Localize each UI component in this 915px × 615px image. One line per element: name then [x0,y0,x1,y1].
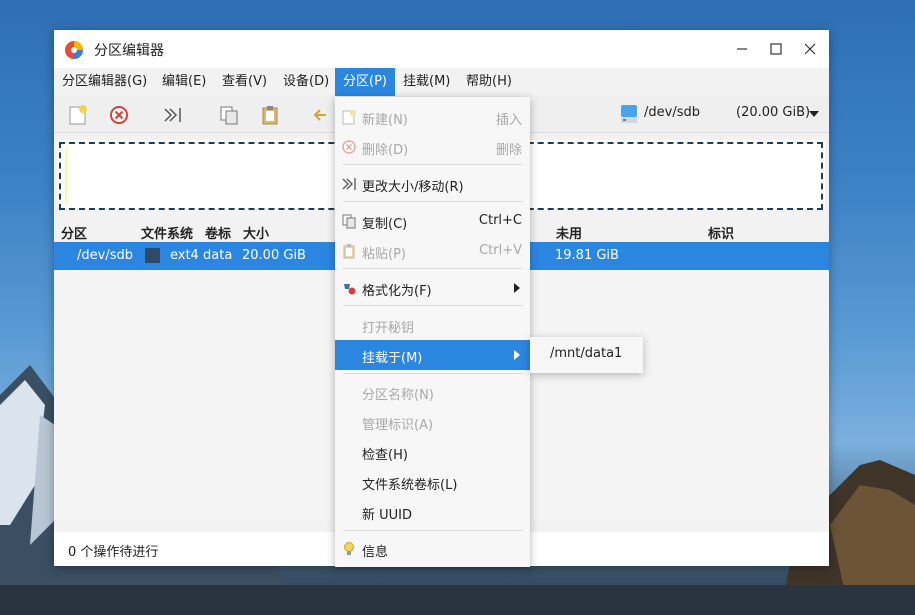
menu-item-delete[interactable]: 删除(D) 删除 [335,132,530,162]
col-flags[interactable]: 标识 [708,223,734,242]
copy-icon[interactable] [218,104,240,126]
cell-size: 20.00 GiB [242,248,306,263]
menu-separator [343,305,523,306]
menu-separator [343,268,523,269]
resize-move-icon[interactable] [162,104,184,126]
format-icon [344,284,356,295]
gparted-app-icon [65,41,83,59]
menu-item-information[interactable]: 信息 [335,534,530,564]
cell-label: data [203,248,233,263]
col-filesystem[interactable]: 文件系统 [141,223,193,242]
fs-color-swatch [145,248,160,263]
col-size[interactable]: 大小 [243,223,269,242]
menu-separator [343,530,523,531]
chevron-right-icon [514,350,520,360]
menu-mount[interactable]: 挂载(M) [395,68,458,96]
menu-edit[interactable]: 编辑(E) [154,68,214,96]
info-icon [344,542,354,555]
menu-gparted[interactable]: 分区编辑器(G) [54,68,155,96]
new-partition-icon[interactable] [67,104,89,126]
device-name[interactable]: /dev/sdb [644,105,700,120]
pending-operations: 0 个操作待进行 [68,545,159,560]
mount-point-item[interactable]: /mnt/data1 [550,346,622,361]
close-icon[interactable] [798,38,822,60]
menu-item-fs-label[interactable]: 文件系统卷标(L) [335,467,530,497]
menu-help[interactable]: 帮助(H) [458,68,520,96]
menu-item-manage-flags[interactable]: 管理标识(A) [335,407,530,437]
menu-item-open-key[interactable]: 打开秘钥 [335,310,530,340]
menu-item-paste[interactable]: 粘贴(P) Ctrl+V [335,236,530,266]
cell-partition: /dev/sdb [77,248,133,263]
cell-unused: 19.81 GiB [555,248,619,263]
undo-icon[interactable] [312,104,334,126]
title-bar: 分区编辑器 [54,30,829,68]
device-size[interactable]: (20.00 GiB) [736,105,810,120]
menu-separator [343,164,523,165]
chevron-right-icon [514,283,520,293]
partition-menu: 新建(N) 插入 删除(D) 删除 更改大小/移动(R) 复制(C) Ctrl+… [335,97,530,567]
resize-icon [342,178,356,190]
paste-icon [343,244,355,259]
maximize-icon[interactable] [764,38,788,60]
menu-bar: 分区编辑器(G) 编辑(E) 查看(V) 设备(D) 分区(P) 挂载(M) 帮… [54,68,829,96]
menu-item-resize-move[interactable]: 更改大小/移动(R) [335,169,530,199]
menu-device[interactable]: 设备(D) [275,68,337,96]
cell-filesystem: ext4 [170,248,199,263]
chevron-down-icon[interactable] [809,111,819,117]
disk-drive-icon [621,105,637,123]
window-title: 分区编辑器 [94,43,164,59]
menu-item-copy[interactable]: 复制(C) Ctrl+C [335,206,530,236]
menu-item-new-uuid[interactable]: 新 UUID [335,497,530,527]
used-space-bar [65,148,67,204]
menu-separator [343,201,523,202]
menu-item-check[interactable]: 检查(H) [335,437,530,467]
menu-view[interactable]: 查看(V) [214,68,275,96]
menu-item-new[interactable]: 新建(N) 插入 [335,102,530,132]
menu-item-partition-name[interactable]: 分区名称(N) [335,377,530,407]
new-icon [342,110,356,125]
minimize-icon[interactable] [730,38,754,60]
col-partition[interactable]: 分区 [61,223,87,242]
menu-partition[interactable]: 分区(P) [335,68,395,96]
col-label[interactable]: 卷标 [205,223,231,242]
menu-item-mount-on[interactable]: 挂载于(M) [335,340,530,370]
menu-item-format-as[interactable]: 格式化为(F) [335,273,530,303]
paste-icon[interactable] [259,104,281,126]
col-unused[interactable]: 未用 [556,223,582,242]
delete-icon [342,140,356,154]
copy-icon [342,214,356,229]
menu-separator [343,373,523,374]
delete-partition-icon[interactable] [108,104,130,126]
mount-submenu: /mnt/data1 [530,337,643,373]
